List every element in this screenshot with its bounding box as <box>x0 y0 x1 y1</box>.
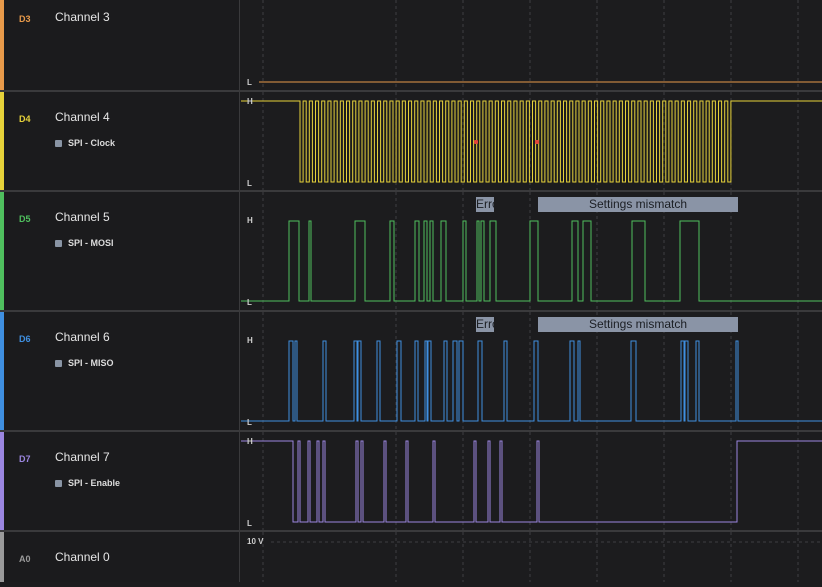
channel-color-stripe <box>0 192 4 310</box>
channel-header-d4[interactable]: D4 Channel 4 SPI - Clock <box>0 92 240 190</box>
analyzer-tag-spi-enable[interactable]: SPI - Enable <box>55 478 120 488</box>
channel-row-d7[interactable]: D7 Channel 7 SPI - Enable H L <box>0 432 822 532</box>
settings-mismatch-bubble[interactable]: Settings mismatch <box>538 197 738 212</box>
analyzer-label: SPI - Clock <box>68 138 116 148</box>
trace-area-d4[interactable]: H L <box>241 92 822 190</box>
channel-row-d5[interactable]: D5 Channel 5 SPI - MOSI H L Erro Setting… <box>0 192 822 312</box>
channel-name[interactable]: Channel 7 <box>55 450 110 464</box>
channel-header-d3[interactable]: D3 Channel 3 <box>0 0 240 90</box>
error-bubble[interactable]: Erro <box>476 197 494 212</box>
mosi-signal-path <box>241 220 822 302</box>
analyzer-square-icon <box>55 479 62 487</box>
analyzer-square-icon <box>55 239 62 247</box>
channel-id: A0 <box>19 554 31 564</box>
analyzer-tag-spi-miso[interactable]: SPI - MISO <box>55 358 114 368</box>
channel-header-d7[interactable]: D7 Channel 7 SPI - Enable <box>0 432 240 530</box>
channel-row-d4[interactable]: D4 Channel 4 SPI - Clock H L <box>0 92 822 192</box>
trace-area-d6[interactable]: H L Erro Settings mismatch <box>241 312 822 430</box>
trace-area-d3[interactable]: L <box>241 0 822 90</box>
channel-color-stripe <box>0 0 4 90</box>
grid-lines <box>262 0 799 90</box>
analyzer-square-icon <box>55 139 62 147</box>
channel-id: D3 <box>19 14 31 24</box>
level-low-label: L <box>247 298 252 307</box>
analyzer-label: SPI - Enable <box>68 478 121 488</box>
channel-header-d6[interactable]: D6 Channel 6 SPI - MISO <box>0 312 240 430</box>
level-high-label: H <box>247 216 253 225</box>
analyzer-label: SPI - MISO <box>68 358 114 368</box>
channel-name[interactable]: Channel 0 <box>55 550 110 564</box>
grid-lines <box>262 432 799 530</box>
trace-area-d7[interactable]: H L <box>241 432 822 530</box>
miso-signal-path <box>241 340 822 422</box>
channel-header-d5[interactable]: D5 Channel 5 SPI - MOSI <box>0 192 240 310</box>
trace-svg-d4 <box>241 92 822 190</box>
analyzer-tag-spi-clock[interactable]: SPI - Clock <box>55 138 115 148</box>
channel-id: D5 <box>19 214 31 224</box>
channel-row-d6[interactable]: D6 Channel 6 SPI - MISO H L Erro Setting… <box>0 312 822 432</box>
channel-name[interactable]: Channel 6 <box>55 330 110 344</box>
trace-svg-d7 <box>241 432 822 530</box>
channel-header-a0[interactable]: A0 Channel 0 <box>0 532 240 582</box>
channel-name[interactable]: Channel 3 <box>55 10 110 24</box>
channel-id: D7 <box>19 454 31 464</box>
error-marker-icon[interactable] <box>474 140 478 144</box>
error-marker-icon[interactable] <box>535 140 539 144</box>
enable-signal-path <box>241 440 822 523</box>
level-low-label: L <box>247 179 252 188</box>
error-bubble[interactable]: Erro <box>476 317 494 332</box>
level-high-label: H <box>247 97 253 106</box>
channel-color-stripe <box>0 92 4 190</box>
channel-id: D4 <box>19 114 31 124</box>
trace-svg-a0 <box>262 532 822 582</box>
level-low-label: L <box>247 519 252 528</box>
level-high-label: H <box>247 437 253 446</box>
analyzer-label: SPI - MOSI <box>68 238 114 248</box>
channel-name[interactable]: Channel 4 <box>55 110 110 124</box>
channel-row-d3[interactable]: D3 Channel 3 L <box>0 0 822 92</box>
trace-area-a0[interactable]: 10 V <box>241 532 822 582</box>
channel-color-stripe <box>0 312 4 430</box>
settings-mismatch-bubble[interactable]: Settings mismatch <box>538 317 738 332</box>
trace-area-d5[interactable]: H L Erro Settings mismatch <box>241 192 822 310</box>
level-low-label: L <box>247 78 252 87</box>
channel-id: D6 <box>19 334 31 344</box>
channel-row-a0[interactable]: A0 Channel 0 10 V <box>0 532 822 582</box>
voltage-scale-label: 10 V <box>247 537 264 546</box>
grid-lines <box>262 532 822 582</box>
channel-color-stripe <box>0 532 4 582</box>
channel-color-stripe <box>0 432 4 530</box>
analyzer-square-icon <box>55 359 62 367</box>
channel-name[interactable]: Channel 5 <box>55 210 110 224</box>
trace-svg-d3 <box>259 0 822 90</box>
level-low-label: L <box>247 418 252 427</box>
clock-signal-path <box>241 100 822 183</box>
level-high-label: H <box>247 336 253 345</box>
analyzer-tag-spi-mosi[interactable]: SPI - MOSI <box>55 238 114 248</box>
